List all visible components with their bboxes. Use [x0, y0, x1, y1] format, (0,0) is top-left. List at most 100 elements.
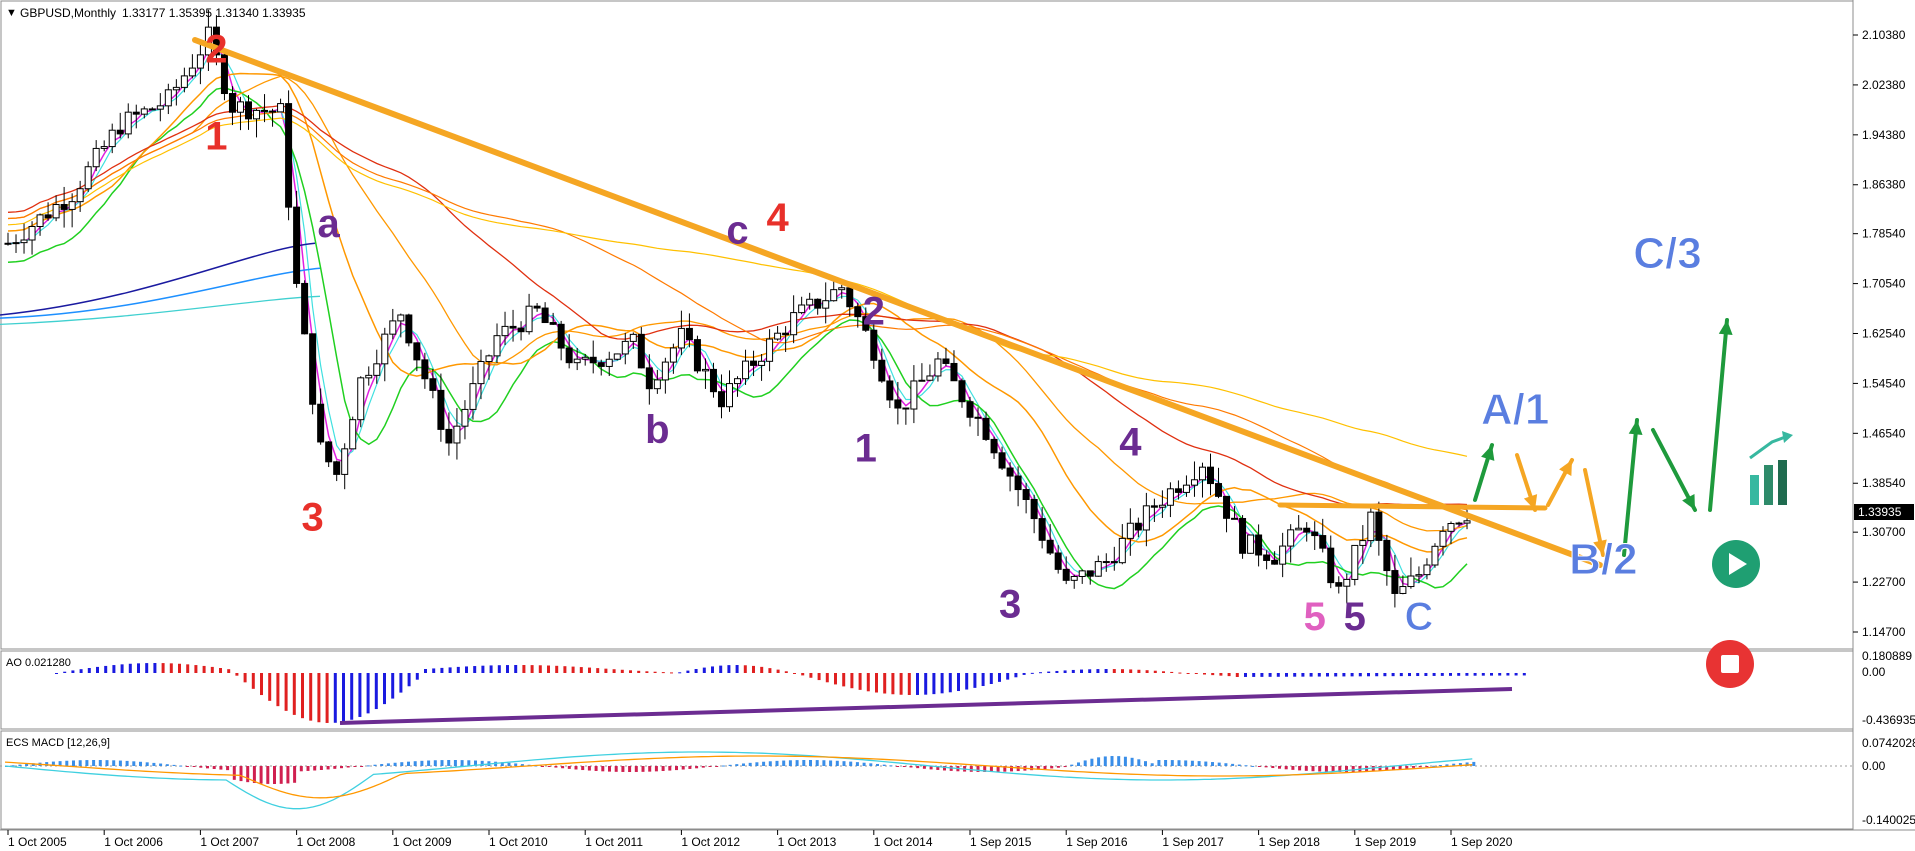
- ao-bar: [1080, 669, 1083, 673]
- candle-body: [846, 287, 854, 308]
- ao-bar: [145, 663, 149, 673]
- candle-body: [309, 333, 317, 405]
- wave-label: c: [726, 208, 748, 252]
- ao-bar: [333, 673, 337, 723]
- candle-body: [790, 312, 798, 336]
- ao-bar: [924, 673, 928, 695]
- macd-bar: [1398, 766, 1402, 770]
- wave-label: 1: [855, 427, 877, 471]
- candle-body: [605, 358, 613, 367]
- ao-bar: [1129, 669, 1133, 673]
- ao-bar: [1293, 673, 1297, 677]
- ao-bar: [1449, 673, 1452, 676]
- ao-bar: [1088, 669, 1092, 673]
- macd-bar: [172, 764, 176, 766]
- macd-bar: [259, 766, 263, 784]
- candle-body: [373, 363, 381, 376]
- macd-bar: [1137, 759, 1141, 766]
- current-price-tag: 1.33935: [1854, 504, 1914, 520]
- candle-body: [1166, 488, 1174, 506]
- macd-bar: [1438, 765, 1442, 767]
- macd-bar: [1177, 760, 1181, 766]
- ao-bar: [153, 663, 157, 673]
- macd-bar: [681, 766, 685, 770]
- ao-bar: [137, 663, 140, 673]
- macd-bar: [232, 766, 236, 780]
- ao-bar: [1498, 673, 1502, 676]
- macd-bar: [78, 760, 82, 766]
- macd-bar: [1251, 765, 1255, 767]
- macd-bar: [661, 766, 665, 771]
- ao-bar: [694, 669, 698, 673]
- date-tick-label: 1 Oct 2006: [104, 835, 163, 849]
- macd-bar: [1090, 758, 1094, 766]
- candle-body: [645, 367, 653, 390]
- candle-body: [1094, 561, 1102, 577]
- ao-bar: [948, 673, 952, 693]
- date-tick-label: 1 Oct 2005: [8, 835, 67, 849]
- macd-bar: [453, 760, 457, 766]
- ao-bar: [596, 668, 600, 673]
- candle-body: [974, 416, 982, 419]
- macd-bar: [139, 761, 142, 766]
- ao-bar: [1457, 673, 1461, 676]
- ao-bar: [776, 669, 780, 673]
- candle-body: [1054, 552, 1062, 570]
- candle-body: [1295, 527, 1303, 531]
- ao-bar: [1014, 673, 1018, 678]
- macd-bar: [1351, 766, 1355, 772]
- macd-bar: [641, 766, 645, 772]
- candle-body: [1198, 466, 1206, 481]
- candle-body: [36, 214, 44, 228]
- play-icon[interactable]: [1712, 540, 1760, 588]
- chart-header-ohlc: 1.33177 1.35395 1.31340 1.33935: [122, 6, 306, 20]
- candle-body: [942, 358, 950, 364]
- candle-body: [549, 322, 557, 325]
- candle-body: [1030, 499, 1038, 520]
- macd-bar: [118, 760, 122, 766]
- ao-bar: [768, 668, 772, 673]
- candle-body: [421, 359, 429, 380]
- ao-bar: [883, 673, 887, 694]
- macd-bar: [279, 766, 283, 784]
- macd-bar: [561, 766, 565, 769]
- candle-body: [261, 109, 269, 112]
- macd-bar: [1405, 766, 1409, 769]
- price-tick-label: 1.22700: [1862, 575, 1906, 589]
- macd-bar: [902, 766, 906, 767]
- macd-bar: [855, 762, 859, 766]
- ao-bar: [1473, 673, 1477, 676]
- macd-bar: [621, 766, 625, 772]
- macd-bar: [1211, 762, 1214, 766]
- ao-bar: [407, 673, 411, 687]
- macd-bar: [1063, 766, 1067, 768]
- candle-body: [196, 54, 204, 69]
- macd-bar: [809, 760, 812, 766]
- macd-bar: [1123, 756, 1127, 766]
- candle-body: [493, 335, 501, 357]
- ao-bar: [169, 663, 173, 673]
- macd-bar: [547, 766, 551, 767]
- date-tick-label: 1 Oct 2008: [297, 835, 356, 849]
- macd-bar: [1164, 760, 1168, 766]
- candle-body: [1070, 575, 1078, 581]
- ao-bar: [899, 673, 903, 695]
- ao-bar: [301, 673, 304, 719]
- candle-body: [92, 147, 100, 168]
- ao-bar: [317, 673, 321, 723]
- price-tick-label: 1.94380: [1862, 128, 1906, 142]
- macd-bar: [688, 766, 692, 769]
- candle-body: [341, 448, 349, 475]
- ao-bar: [358, 673, 362, 717]
- candle-body: [1335, 582, 1343, 587]
- candle-body: [661, 361, 669, 381]
- candle-body: [838, 287, 846, 291]
- candle-body: [4, 242, 12, 245]
- stop-icon[interactable]: [1706, 640, 1754, 688]
- candle-body: [902, 407, 910, 410]
- ao-bar: [251, 673, 255, 689]
- candle-body: [1423, 564, 1431, 576]
- macd-bar: [420, 760, 424, 766]
- ao-bar: [424, 669, 427, 673]
- macd-bar: [1144, 761, 1147, 766]
